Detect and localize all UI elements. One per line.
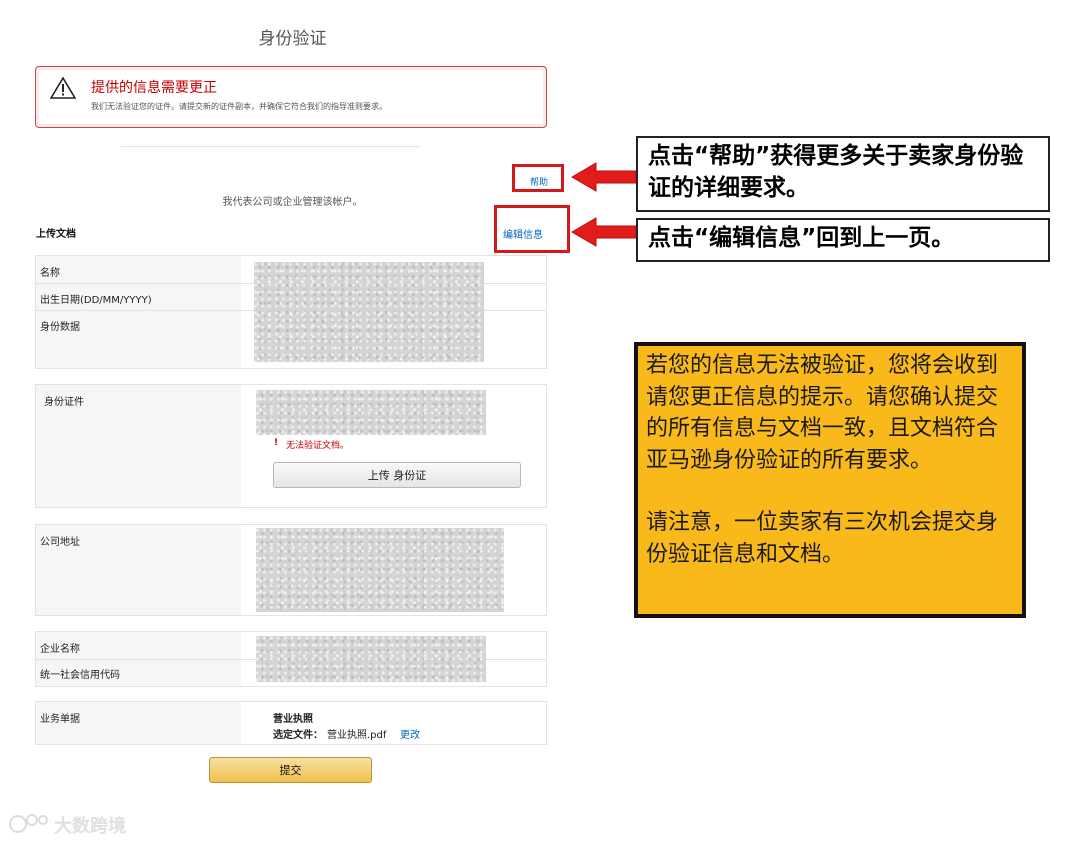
personal-info-section: 名称 出生日期(DD/MM/YYYY) 身份数据 <box>35 255 547 369</box>
change-file-link[interactable]: 更改 <box>400 726 420 741</box>
verification-note: 若您的信息无法被验证，您将会收到请您更正信息的提示。请您确认提交的所有信息与文档… <box>634 342 1026 618</box>
name-label: 名称 <box>40 268 60 279</box>
selected-file-name: 营业执照.pdf <box>327 730 387 741</box>
edit-callout: 点击“编辑信息”回到上一页。 <box>636 218 1050 262</box>
id-document-label: 身份证件 <box>44 397 84 408</box>
company-name-label: 企业名称 <box>40 644 80 655</box>
submit-button[interactable]: 提交 <box>209 757 372 783</box>
identity-data-label: 身份数据 <box>40 322 80 333</box>
red-arrow-icon <box>571 162 637 192</box>
business-documents-section: 业务单据 营业执照 选定文件： 营业执照.pdf 更改 <box>35 701 547 745</box>
watermark-text: 大数跨境 <box>54 816 126 837</box>
redacted-business-info <box>256 636 486 682</box>
error-alert: 提供的信息需要更正 我们无法验证您的证件。请提交新的证件副本，并确保它符合我们的… <box>35 66 547 128</box>
credit-code-label: 统一社会信用代码 <box>40 670 120 681</box>
company-address-section: 公司地址 <box>35 524 547 616</box>
alert-title: 提供的信息需要更正 <box>91 80 217 96</box>
note-paragraph-1: 若您的信息无法被验证，您将会收到请您更正信息的提示。请您确认提交的所有信息与文档… <box>646 353 999 473</box>
help-link[interactable]: 帮助 <box>530 175 548 188</box>
business-documents-label: 业务单据 <box>40 714 80 725</box>
warning-triangle-icon <box>50 76 76 99</box>
redacted-personal-info <box>254 262 484 362</box>
divider <box>120 146 420 147</box>
edit-info-link[interactable]: 编辑信息 <box>503 226 543 241</box>
upload-id-button[interactable]: 上传 身份证 <box>273 462 521 488</box>
birthdate-label: 出生日期(DD/MM/YYYY) <box>40 295 152 306</box>
red-arrow-icon <box>571 217 637 247</box>
upload-documents-heading: 上传文档 <box>36 229 76 240</box>
error-mark-icon: ! <box>274 438 279 448</box>
business-info-section: 企业名称 统一社会信用代码 <box>35 631 547 687</box>
business-license-title: 营业执照 <box>273 714 313 725</box>
id-error-message: 无法验证文档。 <box>286 441 350 451</box>
redacted-company-address <box>256 528 504 612</box>
page-title: 身份验证 <box>258 29 327 49</box>
selected-file-label: 选定文件： <box>273 730 323 741</box>
id-document-section: 身份证件 ! 无法验证文档。 <box>35 384 547 508</box>
company-address-label: 公司地址 <box>40 537 80 548</box>
redacted-id-document <box>256 390 486 435</box>
help-callout: 点击“帮助”获得更多关于卖家身份验证的详细要求。 <box>636 136 1050 212</box>
note-paragraph-2: 请注意，一位卖家有三次机会提交身份验证信息和文档。 <box>646 510 999 567</box>
alert-message: 我们无法验证您的证件。请提交新的证件副本，并确保它符合我们的指导准则要求。 <box>91 102 387 111</box>
watermark-logo-icon <box>9 814 48 833</box>
